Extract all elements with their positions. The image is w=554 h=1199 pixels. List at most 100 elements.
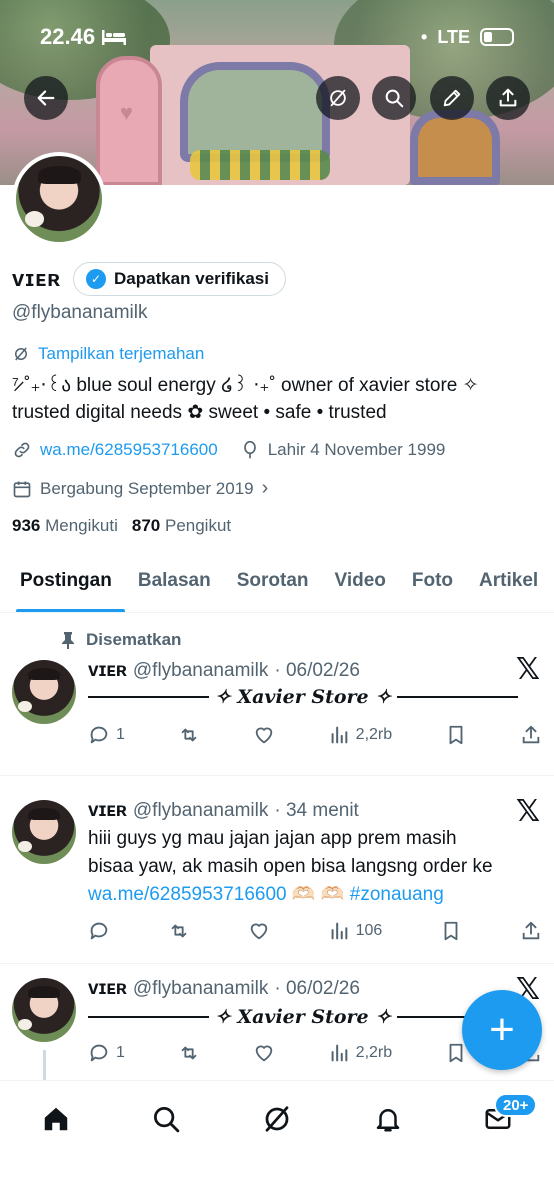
views-button[interactable]: 2,2rb: [328, 724, 392, 746]
like-button[interactable]: [253, 724, 275, 746]
search-button[interactable]: [372, 76, 416, 120]
nav-notifications[interactable]: [368, 1099, 408, 1139]
get-verified-button[interactable]: ✓ Dapatkan verifikasi: [73, 262, 286, 296]
post-pinned[interactable]: ᴠɪᴇʀ @flybananamilk · 06/02/26 𝕏 ✧ Xavie…: [0, 614, 554, 776]
name-row: ᴠɪᴇʀ ✓ Dapatkan verifikasi: [12, 262, 286, 296]
like-button[interactable]: [248, 920, 270, 942]
bookmark-icon: [444, 921, 458, 941]
post-author-handle[interactable]: @flybananamilk: [133, 978, 268, 1000]
reply-icon: [90, 922, 108, 940]
profile-bio: ⁷̷ ˚₊‧꒰ა blue soul energy ໒꒱ ‧₊˚ owner o…: [12, 372, 542, 426]
banner-window-right: [410, 110, 500, 185]
post-store-banner: ✧ Xavier Store ✧: [88, 686, 518, 708]
plus-icon: +: [489, 1005, 515, 1054]
post-actions: 1 2,2rb: [88, 724, 542, 746]
following-count: 936: [12, 516, 41, 535]
calendar-icon: [13, 481, 31, 497]
post-author-name[interactable]: ᴠɪᴇʀ: [88, 978, 127, 1000]
repost-button[interactable]: [168, 920, 190, 942]
divider-line: [88, 1016, 209, 1018]
views-chart-icon: [331, 922, 347, 940]
joined-row[interactable]: Bergabung September 2019 ›: [12, 477, 268, 500]
get-verified-label: Dapatkan verifikasi: [114, 269, 269, 288]
x-logo-icon: 𝕏: [515, 652, 540, 687]
bottom-navigation: [0, 1080, 554, 1199]
tab-video[interactable]: Video: [322, 560, 399, 612]
profile-tabs: Postingan Balasan Sorotan Video Foto Art…: [0, 560, 554, 613]
translate-bio-link[interactable]: Tampilkan terjemahan: [12, 344, 204, 364]
following-link[interactable]: 936 Mengikuti: [12, 516, 118, 536]
battery-icon: [480, 28, 514, 46]
repost-button[interactable]: [178, 724, 200, 746]
bookmark-button[interactable]: [445, 1042, 467, 1064]
views-count: 2,2rb: [355, 726, 393, 743]
like-button[interactable]: [253, 1042, 275, 1064]
status-time-group: 22.46: [40, 24, 127, 50]
store-text: ✧ Xavier Store ✧: [214, 1006, 392, 1028]
post-time: · 06/02/26: [274, 660, 360, 681]
bookmark-button[interactable]: [445, 724, 467, 746]
share-post-button[interactable]: [520, 920, 542, 942]
search-icon: [385, 89, 404, 108]
repost-icon: [181, 728, 197, 742]
post-avatar[interactable]: [12, 660, 76, 724]
grok-button[interactable]: [316, 76, 360, 120]
heart-icon: [250, 923, 267, 940]
pencil-icon: [443, 89, 461, 107]
share-icon: [522, 921, 540, 940]
tab-articles[interactable]: Artikel: [466, 560, 551, 612]
views-button[interactable]: 106: [328, 920, 382, 942]
post-author-handle[interactable]: @flybananamilk: [133, 800, 268, 822]
post-author-name[interactable]: ᴠɪᴇʀ: [88, 800, 127, 822]
store-text: ✧ Xavier Store ✧: [214, 686, 392, 708]
post-hashtag[interactable]: #zonauang: [350, 884, 444, 905]
reply-count: 1: [116, 726, 125, 743]
followers-count: 870: [131, 516, 161, 535]
profile-website-link[interactable]: wa.me/6285953716600: [40, 440, 218, 460]
share-button[interactable]: [486, 76, 530, 120]
tab-replies[interactable]: Balasan: [125, 560, 224, 612]
tab-posts[interactable]: Postingan: [0, 560, 125, 612]
post-author-handle[interactable]: @flybananamilk: [133, 660, 268, 682]
tab-highlights[interactable]: Sorotan: [224, 560, 322, 612]
following-label: Mengikuti: [45, 516, 118, 535]
profile-avatar[interactable]: [12, 152, 106, 246]
reply-count: 1: [116, 1044, 125, 1061]
post-link[interactable]: wa.me/6285953716600: [88, 884, 287, 905]
repost-button[interactable]: [178, 1042, 200, 1064]
post-author-name[interactable]: ᴠɪᴇʀ: [88, 660, 127, 682]
arrow-left-icon: [37, 90, 55, 106]
banner-window: [180, 62, 330, 162]
verified-badge-icon: ✓: [86, 269, 106, 289]
post-avatar[interactable]: [12, 978, 76, 1042]
nav-grok[interactable]: [257, 1099, 297, 1139]
reply-button[interactable]: 1: [88, 724, 125, 746]
compose-post-button[interactable]: +: [462, 990, 542, 1070]
reply-icon: [90, 1044, 108, 1062]
followers-link[interactable]: 870 Pengikut: [132, 516, 231, 536]
post-header: ᴠɪᴇʀ @flybananamilk · 34 menit: [88, 800, 359, 822]
post-item[interactable]: ᴠɪᴇʀ @flybananamilk · 34 menit 𝕏 hiii gu…: [0, 776, 554, 964]
bookmark-button[interactable]: [440, 920, 462, 942]
post-store-banner: ✧ Xavier Store ✧: [88, 1006, 518, 1028]
translate-label: Tampilkan terjemahan: [38, 344, 205, 363]
nav-explore[interactable]: [146, 1099, 186, 1139]
joined-text: Bergabung September 2019: [40, 478, 254, 498]
back-button[interactable]: [24, 76, 68, 120]
heart-icon: [255, 727, 272, 744]
bell-icon: [376, 1109, 400, 1132]
divider-line: [397, 696, 518, 698]
tab-photos[interactable]: Foto: [399, 560, 466, 612]
reply-button[interactable]: [88, 920, 110, 942]
edit-button[interactable]: [430, 76, 474, 120]
home-icon: [44, 1107, 68, 1131]
post-avatar[interactable]: [12, 800, 76, 864]
views-count: 2,2rb: [355, 1044, 393, 1061]
reply-button[interactable]: 1: [88, 1042, 125, 1064]
views-button[interactable]: 2,2rb: [328, 1042, 392, 1064]
nav-home[interactable]: [36, 1099, 76, 1139]
share-post-button[interactable]: [520, 724, 542, 746]
bed-icon: [102, 30, 127, 45]
birthday-text: Lahir 4 November 1999: [267, 440, 446, 459]
views-chart-icon: [331, 1044, 348, 1062]
